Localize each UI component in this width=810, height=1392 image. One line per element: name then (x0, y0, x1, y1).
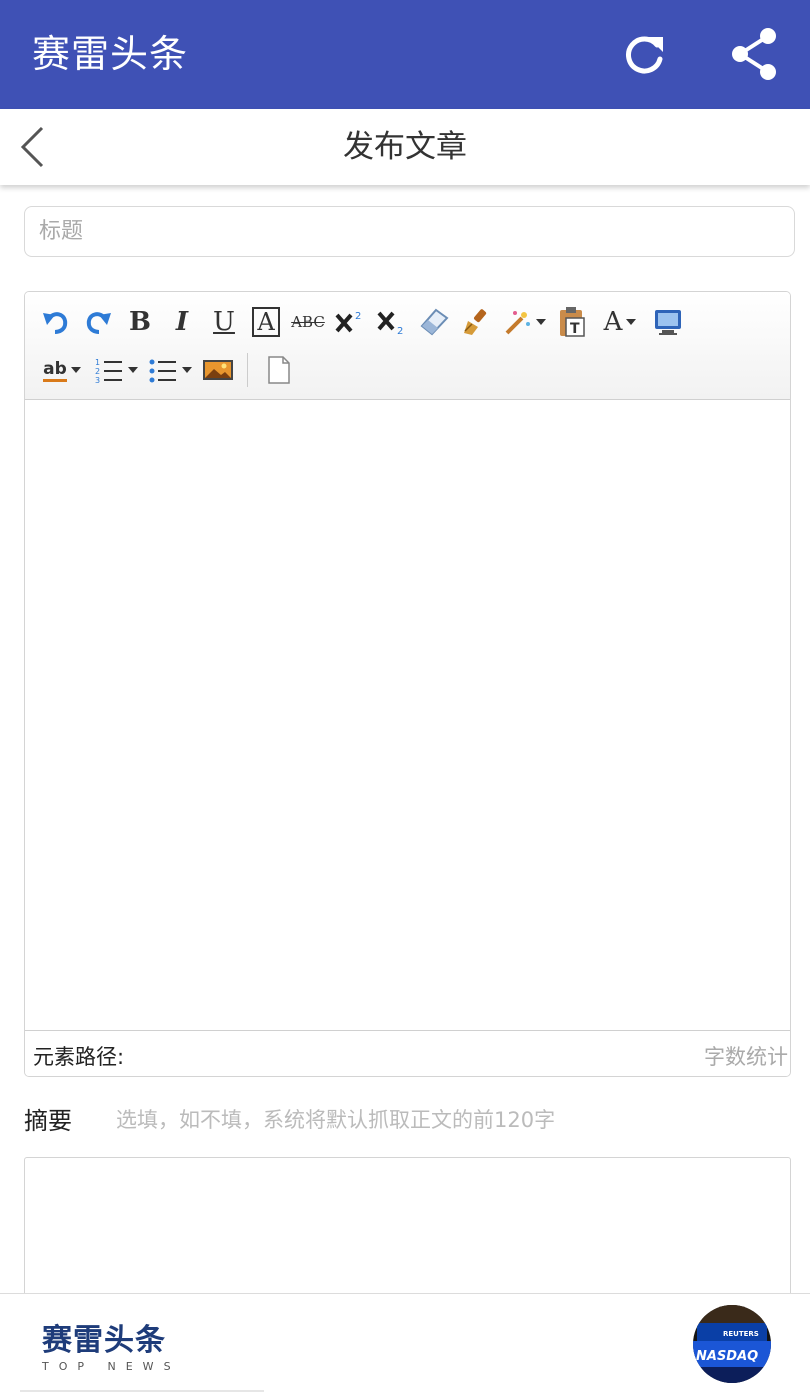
ordered-list-icon[interactable]: 123 (93, 352, 139, 388)
brand-logo: 赛雷头条 TOP NEWS (42, 1323, 181, 1374)
rich-text-editor: B I U A ABC 2 2 T A ab 1 2 3 元素路径: 字数统计 (24, 291, 791, 1077)
word-count-label: 字数统计 (704, 1045, 788, 1069)
italic-button[interactable]: I (165, 304, 199, 340)
svg-text:1: 1 (95, 358, 100, 367)
page-title: 发布文章 (343, 129, 467, 165)
undo-icon[interactable] (39, 304, 73, 340)
new-document-icon[interactable] (262, 352, 296, 388)
eraser-icon[interactable] (417, 304, 451, 340)
svg-text:2: 2 (95, 367, 100, 376)
bold-button[interactable]: B (123, 304, 157, 340)
app-title: 赛雷头条 (32, 32, 189, 76)
font-color-button[interactable]: A (597, 304, 643, 340)
editor-content-area[interactable] (25, 400, 790, 1032)
footer-bar: 赛雷头条 TOP NEWS REUTERS NASDAQ (0, 1293, 810, 1392)
editor-toolbar: B I U A ABC 2 2 T A ab 1 2 3 (25, 292, 790, 400)
svg-text:2: 2 (355, 311, 361, 322)
underline-button[interactable]: U (207, 304, 241, 340)
unordered-list-icon[interactable] (147, 352, 193, 388)
app-bar: 赛雷头条 (0, 0, 810, 109)
magic-wand-icon[interactable] (501, 304, 547, 340)
format-brush-icon[interactable] (459, 304, 493, 340)
spellcheck-button[interactable]: ab (39, 352, 85, 388)
svg-text:T: T (570, 321, 580, 337)
summary-hint: 选填，如不填，系统将默认抓取正文的前120字 (116, 1108, 556, 1132)
editor-status-bar: 元素路径: 字数统计 (25, 1030, 790, 1076)
svg-text:2: 2 (397, 326, 403, 337)
svg-text:NASDAQ: NASDAQ (696, 1349, 758, 1364)
preview-icon[interactable] (651, 304, 685, 340)
svg-text:3: 3 (95, 376, 100, 385)
subscript-icon[interactable]: 2 (375, 304, 409, 340)
toolbar-divider (247, 353, 248, 387)
paste-text-icon[interactable]: T (555, 304, 589, 340)
strikethrough-button[interactable]: ABC (291, 304, 325, 340)
redo-icon[interactable] (81, 304, 115, 340)
nasdaq-avatar[interactable]: REUTERS NASDAQ (693, 1305, 771, 1383)
svg-text:REUTERS: REUTERS (723, 1330, 759, 1338)
font-border-button[interactable]: A (249, 304, 283, 340)
page-header: 发布文章 (0, 109, 810, 185)
image-icon[interactable] (201, 352, 235, 388)
superscript-icon[interactable]: 2 (333, 304, 367, 340)
summary-label: 摘要 (24, 1107, 72, 1135)
title-input[interactable] (24, 206, 795, 257)
share-icon[interactable] (722, 22, 786, 86)
element-path-label: 元素路径: (33, 1045, 125, 1069)
refresh-icon[interactable] (612, 22, 676, 86)
